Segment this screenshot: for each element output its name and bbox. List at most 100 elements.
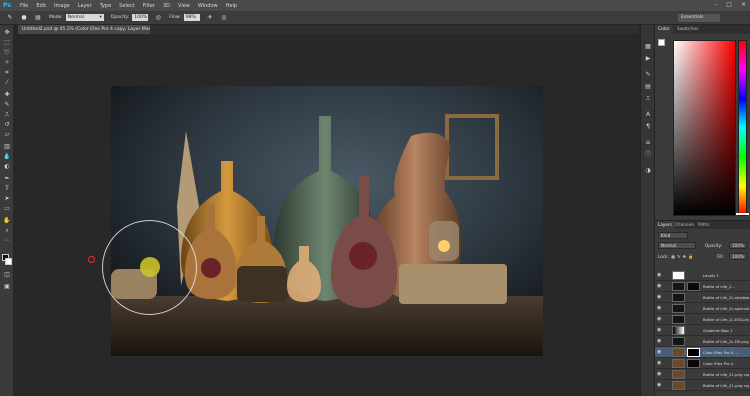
type-tool-icon[interactable]: T	[3, 185, 11, 193]
info-panel-icon[interactable]: ⓘ	[644, 151, 652, 159]
layer-thumbnail	[672, 282, 685, 291]
close-button[interactable]: ✕	[741, 1, 746, 8]
character-panel-icon[interactable]: A	[644, 111, 652, 119]
menu-layer[interactable]: Layer	[78, 3, 92, 9]
layer-row[interactable]: ◉ Bottle of Life_21.png copy 2	[655, 369, 750, 380]
properties-panel-icon[interactable]: ≡	[644, 139, 652, 147]
pressure-opacity-icon[interactable]: ◎	[154, 14, 162, 22]
hue-slider[interactable]	[738, 40, 747, 216]
tab-channels[interactable]: Channels	[675, 221, 694, 229]
maximize-button[interactable]: □	[726, 1, 732, 8]
layer-row[interactable]: ◉ Bottle of Life_2...	[655, 281, 750, 292]
blur-tool-icon[interactable]: 💧	[3, 153, 11, 161]
actions-panel-icon[interactable]: ▶	[644, 55, 652, 63]
layer-filter-kind-select[interactable]: Kind	[658, 232, 688, 239]
minimize-button[interactable]: –	[714, 1, 717, 8]
brush-tool-icon[interactable]: ✎	[3, 101, 11, 109]
brush-tool-preset-icon[interactable]: ✎	[6, 14, 14, 22]
layer-row[interactable]: ◉ Levels 1	[655, 270, 750, 281]
menu-edit[interactable]: Edit	[36, 3, 46, 9]
layer-row[interactable]: ◉ Bottle of Life_2L.shadow.png	[655, 292, 750, 303]
zoom-tool-icon[interactable]: ⌕	[3, 227, 11, 235]
history-panel-icon[interactable]: ▦	[644, 43, 652, 51]
layer-row[interactable]: ◉ Bottle of Life_21.png copy	[655, 380, 750, 391]
pen-tool-icon[interactable]: ✒	[3, 175, 11, 183]
marquee-tool-icon[interactable]: ⬚	[3, 39, 11, 47]
visibility-eye-icon[interactable]: ◉	[657, 305, 663, 311]
screen-mode-icon[interactable]: ▣	[3, 283, 11, 291]
color-spectrum-field[interactable]	[673, 40, 736, 216]
eraser-tool-icon[interactable]: ▱	[3, 131, 11, 139]
eyedropper-tool-icon[interactable]: ⁄	[3, 79, 11, 87]
visibility-eye-icon[interactable]: ◉	[657, 360, 663, 366]
layer-name: Color Efex Pro 4	[703, 361, 734, 366]
path-selection-tool-icon[interactable]: ➤	[3, 195, 11, 203]
pressure-size-icon[interactable]: ◎	[220, 14, 228, 22]
blend-mode-select[interactable]: Normal	[658, 242, 696, 249]
visibility-eye-icon[interactable]: ◉	[657, 371, 663, 377]
menu-window[interactable]: Window	[198, 3, 218, 9]
lock-icons[interactable]: ▦✎✥🔒	[671, 253, 695, 260]
brush-panel-icon[interactable]: ✎	[644, 71, 652, 79]
quick-mask-icon[interactable]: ◫	[3, 271, 11, 279]
menu-filter[interactable]: Filter	[143, 3, 155, 9]
visibility-eye-icon[interactable]: ◉	[657, 316, 663, 322]
opacity-input[interactable]: 100%	[132, 14, 149, 21]
visibility-eye-icon[interactable]: ◉	[657, 294, 663, 300]
hand-tool-icon[interactable]: ✋	[3, 217, 11, 225]
document-tab[interactable]: Untitled2.psd @ 45.1% (Color Efex Pro 4 …	[18, 25, 150, 34]
menu-view[interactable]: View	[178, 3, 190, 9]
menu-type[interactable]: Type	[100, 3, 111, 9]
paragraph-panel-icon[interactable]: ¶	[644, 123, 652, 131]
layer-row[interactable]: ◉ Bottle of Life_2L.ESS.png	[655, 314, 750, 325]
menu-file[interactable]: File	[20, 3, 28, 9]
visibility-eye-icon[interactable]: ◉	[657, 283, 663, 289]
quick-select-tool-icon[interactable]: ✧	[3, 59, 11, 67]
menu-3d[interactable]: 3D	[163, 3, 170, 9]
visibility-eye-icon[interactable]: ◉	[657, 349, 663, 355]
menu-select[interactable]: Select	[119, 3, 134, 9]
clone-stamp-tool-icon[interactable]: ⎍	[3, 111, 11, 119]
canvas-area[interactable]	[14, 34, 640, 396]
clone-source-icon[interactable]: ⎍	[644, 95, 652, 103]
mode-select[interactable]: Normal ▾	[65, 14, 104, 21]
dodge-tool-icon[interactable]: ◐	[3, 163, 11, 171]
color-panel-foreground-swatch[interactable]	[658, 39, 665, 46]
crop-tool-icon[interactable]: ⌗	[3, 69, 11, 77]
more-tools-icon[interactable]: ⋯	[3, 237, 11, 245]
airbrush-icon[interactable]: ✈	[206, 14, 214, 22]
layer-row[interactable]: ◉ Color Efex Pro 4	[655, 358, 750, 369]
layer-opacity-input[interactable]: 100%	[729, 242, 747, 249]
healing-brush-tool-icon[interactable]: ✚	[3, 91, 11, 99]
tab-paths[interactable]: Paths	[698, 221, 709, 229]
tab-color[interactable]: Color	[655, 25, 673, 34]
adjustments-panel-icon[interactable]: ◑	[644, 167, 652, 175]
menu-help[interactable]: Help	[226, 3, 237, 9]
hue-slider-marker[interactable]	[736, 213, 749, 215]
layer-row[interactable]: ◉ Gradient Map 1	[655, 325, 750, 336]
gradient-tool-icon[interactable]: ▥	[3, 143, 11, 151]
menu-image[interactable]: Image	[54, 3, 70, 9]
workspace-select[interactable]: Essentials	[678, 14, 720, 22]
visibility-eye-icon[interactable]: ◉	[657, 382, 663, 388]
visibility-eye-icon[interactable]: ◉	[657, 338, 663, 344]
brush-size-icon[interactable]: ●	[20, 14, 28, 22]
layer-row[interactable]: ◉ Bottle of Life_2L.DE.png	[655, 336, 750, 347]
background-color-swatch[interactable]	[5, 258, 12, 265]
brush-panel-icon[interactable]: ▤	[34, 14, 42, 22]
layer-row-selected[interactable]: ◉ Color Efex Pro 4 ...	[655, 347, 750, 358]
shape-tool-icon[interactable]: ▭	[3, 205, 11, 213]
move-tool-icon[interactable]: ✥	[3, 29, 11, 37]
tab-swatches[interactable]: Swatches	[677, 25, 699, 34]
history-brush-tool-icon[interactable]: ↺	[3, 121, 11, 129]
lasso-tool-icon[interactable]: ➰	[3, 49, 11, 57]
flow-input[interactable]: 98%	[183, 14, 200, 21]
fill-input[interactable]: 100%	[729, 253, 747, 260]
visibility-eye-icon[interactable]: ◉	[657, 327, 663, 333]
tab-layers[interactable]: Layers	[655, 221, 675, 229]
visibility-eye-icon[interactable]: ◉	[657, 272, 663, 278]
mode-label: Mode:	[49, 15, 63, 20]
brush-presets-icon[interactable]: ▤	[644, 83, 652, 91]
layer-row[interactable]: ◉ Bottle of Life_2L.specular.png	[655, 303, 750, 314]
opacity-label: Opacity:	[110, 15, 130, 20]
